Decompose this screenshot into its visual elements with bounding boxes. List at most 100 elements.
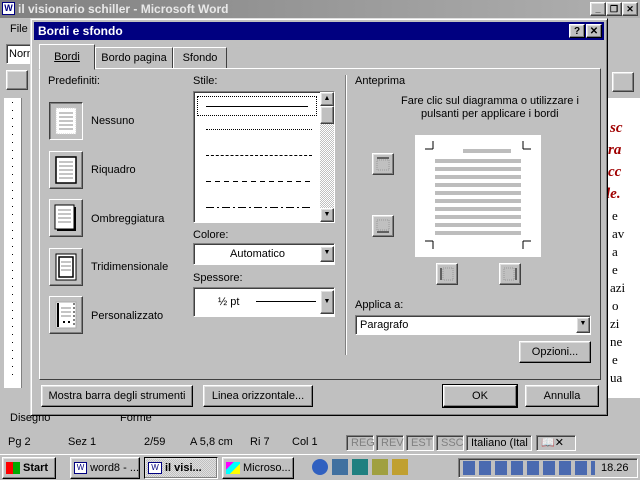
channels-icon[interactable]	[352, 459, 368, 475]
spessore-select[interactable]: ½ pt ▼	[193, 287, 335, 317]
preset-riquadro-label[interactable]: Riquadro	[91, 164, 136, 176]
doc-snip: av	[612, 226, 625, 241]
status-section: Sez 1	[68, 436, 97, 448]
show-toolbar-button[interactable]: Mostra barra degli strumenti	[41, 385, 193, 407]
anteprima-label: Anteprima	[355, 75, 406, 87]
spessore-label: Spessore:	[193, 272, 243, 284]
doc-snip: ua	[610, 370, 623, 385]
vertical-ruler	[4, 98, 22, 388]
taskbar: Start W word8 - ... W il visi... Microso…	[0, 454, 640, 480]
applica-select[interactable]: Paragrafo ▼	[355, 315, 591, 335]
search-icon[interactable]	[372, 459, 388, 475]
style-dashed[interactable]	[206, 181, 312, 182]
predefiniti-label: Predefiniti:	[48, 75, 100, 87]
status-reg[interactable]: REG	[346, 435, 375, 451]
colore-value: Automatico	[230, 248, 286, 260]
applica-dropdown-icon[interactable]: ▼	[576, 317, 590, 333]
borders-dialog: Bordi e sfondo ? ✕ Bordi Bordo pagina Sf…	[30, 18, 608, 416]
status-row: Ri 7	[250, 436, 270, 448]
border-right-button[interactable]	[499, 263, 521, 285]
preset-personalizzato-icon[interactable]	[49, 296, 83, 334]
applica-label: Applica a:	[355, 299, 404, 311]
style-box[interactable]: Norm	[6, 44, 32, 64]
scroll-up-icon[interactable]: ▲	[320, 92, 334, 106]
toolbar-icon-right[interactable]	[612, 72, 634, 92]
tray-icons[interactable]	[463, 461, 595, 475]
preset-nessuno-icon[interactable]	[49, 102, 83, 140]
task-il-visionario[interactable]: W il visi...	[144, 457, 218, 479]
doc-snip: e	[612, 352, 618, 367]
tab-bordi[interactable]: Bordi	[39, 44, 95, 70]
cancel-button[interactable]: Annulla	[525, 385, 599, 407]
preset-tridimensionale-icon[interactable]	[49, 248, 83, 286]
style-dotted[interactable]	[206, 129, 312, 130]
doc-snip: azi	[610, 280, 626, 295]
help-button[interactable]: ?	[569, 24, 585, 38]
word-title-bar: W il visionario schiller - Microsoft Wor…	[0, 0, 640, 18]
minimize-button[interactable]: _	[590, 2, 606, 16]
status-ssc[interactable]: SSC	[436, 435, 464, 451]
style-list[interactable]: ▲ ▼	[193, 91, 335, 223]
border-top-button[interactable]	[372, 153, 394, 175]
doc-snip: o	[612, 298, 619, 313]
status-column: Col 1	[292, 436, 318, 448]
spessore-line	[256, 301, 316, 302]
preset-riquadro-icon[interactable]	[49, 151, 83, 189]
doc-snip: le.	[606, 186, 621, 202]
preset-nessuno-label[interactable]: Nessuno	[91, 115, 134, 127]
status-page: Pg 2	[8, 436, 31, 448]
tab-sfondo[interactable]: Sfondo	[173, 47, 227, 69]
dialog-close-button[interactable]: ✕	[586, 24, 602, 38]
status-est[interactable]: EST	[406, 435, 434, 451]
document-area[interactable]: sc ra cc le. e av a e azi o zi ne e ua	[604, 98, 640, 398]
horizontal-line-button[interactable]: Linea orizzontale...	[203, 385, 313, 407]
dialog-title-bar: Bordi e sfondo	[34, 22, 604, 40]
anteprima-hint-1: Fare clic sul diagramma o utilizzare i	[401, 95, 579, 107]
tab-bordo-pagina[interactable]: Bordo pagina	[95, 47, 173, 69]
doc-snip: ra	[608, 142, 622, 158]
scroll-thumb[interactable]	[320, 106, 334, 124]
doc-snip: cc	[608, 164, 622, 180]
maximize-button[interactable]: ❐	[606, 2, 622, 16]
spessore-dropdown-icon[interactable]: ▼	[320, 290, 334, 314]
style-selected[interactable]	[197, 96, 317, 116]
task-microsoft[interactable]: Microso...	[222, 457, 294, 479]
desktop-icon[interactable]	[332, 459, 348, 475]
opzioni-button[interactable]: Opzioni...	[519, 341, 591, 363]
preset-tridimensionale-label[interactable]: Tridimensionale	[91, 261, 168, 273]
doc-snip: a	[612, 244, 618, 259]
ie-icon[interactable]	[312, 459, 328, 475]
preset-ombreggiatura-icon[interactable]	[49, 199, 83, 237]
start-button[interactable]: Start	[2, 457, 56, 479]
border-left-button[interactable]	[436, 263, 458, 285]
status-bar: Pg 2 Sez 1 2/59 A 5,8 cm Ri 7 Col 1 REG …	[0, 434, 640, 452]
windows-logo-icon	[6, 462, 20, 474]
word-doc-icon: W	[74, 462, 88, 474]
new-doc-icon[interactable]	[6, 70, 28, 90]
colore-dropdown-icon[interactable]: ▼	[320, 246, 334, 262]
ok-button[interactable]: OK	[442, 384, 518, 408]
system-tray: 18.26	[458, 458, 638, 478]
applica-value: Paragrafo	[360, 319, 409, 331]
border-bottom-button[interactable]	[372, 215, 394, 237]
status-position: A 5,8 cm	[190, 436, 233, 448]
preview-diagram[interactable]	[415, 135, 541, 257]
scroll-down-icon[interactable]: ▼	[320, 208, 334, 222]
colore-select[interactable]: Automatico ▼	[193, 243, 335, 265]
spellcheck-icon[interactable]: 📖✕	[536, 435, 576, 451]
style-dash-dot[interactable]	[206, 207, 312, 208]
preset-personalizzato-label[interactable]: Personalizzato	[91, 310, 163, 322]
menu-file[interactable]: File	[10, 23, 28, 35]
word-close-button[interactable]: ✕	[622, 2, 638, 16]
word-window-title: il visionario schiller - Microsoft Word	[18, 2, 229, 16]
style-scrollbar[interactable]: ▲ ▼	[320, 92, 334, 222]
preset-ombreggiatura-label[interactable]: Ombreggiatura	[91, 213, 164, 225]
quicklaunch	[312, 459, 424, 477]
style-dashed-small[interactable]	[206, 155, 312, 156]
edit-icon[interactable]	[392, 459, 408, 475]
status-language[interactable]: Italiano (Ital	[466, 435, 532, 451]
stile-label: Stile:	[193, 75, 218, 87]
app-icon	[226, 462, 240, 474]
status-rev[interactable]: REV	[376, 435, 404, 451]
task-word8[interactable]: W word8 - ...	[70, 457, 140, 479]
